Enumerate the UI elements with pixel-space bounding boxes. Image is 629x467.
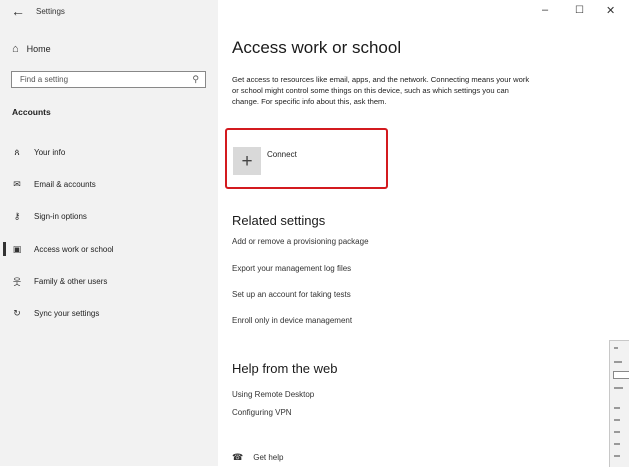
related-link-test-account[interactable]: Set up an account for taking tests	[232, 290, 351, 299]
mini-line	[614, 419, 620, 421]
back-arrow-icon[interactable]: ←	[11, 3, 25, 19]
nav-home[interactable]: ⌂ Home	[12, 42, 51, 56]
sidebar-item-family-other-users[interactable]: 웃 Family & other users	[0, 273, 218, 289]
connect-button[interactable]: +	[233, 147, 261, 175]
mini-line	[614, 431, 620, 433]
mini-line	[614, 387, 623, 389]
get-help-link[interactable]: ☎ Get help	[232, 452, 283, 463]
person-list-icon: ጰ	[14, 146, 20, 157]
help-link-remote-desktop[interactable]: Using Remote Desktop	[232, 390, 314, 399]
background-window-thumbnail	[609, 340, 629, 467]
sidebar: ⌂ Home Find a setting ⚲ Accounts ጰ Your …	[0, 0, 218, 466]
page-description: Get access to resources like email, apps…	[232, 75, 530, 106]
mini-line	[614, 443, 620, 445]
related-link-enroll-device[interactable]: Enroll only in device management	[232, 316, 352, 325]
selected-indicator	[3, 242, 6, 256]
search-placeholder: Find a setting	[20, 75, 69, 84]
get-help-label: Get help	[253, 453, 284, 462]
connect-label[interactable]: Connect	[267, 150, 297, 159]
sidebar-item-label: Sync your settings	[34, 308, 100, 318]
key-icon: ⚷	[13, 210, 21, 221]
home-icon: ⌂	[12, 43, 19, 55]
sidebar-item-sign-in-options[interactable]: ⚷ Sign-in options	[0, 208, 218, 224]
related-settings-heading: Related settings	[232, 213, 326, 228]
mini-search-box	[613, 371, 629, 379]
sidebar-item-label: Family & other users	[34, 276, 108, 286]
title-bar: ← Settings – ☐ ✕	[0, 0, 629, 26]
app-title: Settings	[36, 7, 65, 16]
chat-help-icon: ☎	[232, 452, 244, 462]
search-input[interactable]: Find a setting ⚲	[11, 71, 206, 88]
sidebar-item-sync-settings[interactable]: ↻ Sync your settings	[0, 305, 218, 321]
sidebar-item-label: Email & accounts	[34, 179, 96, 189]
plus-icon: +	[241, 150, 253, 172]
sync-icon: ↻	[13, 307, 21, 318]
help-heading: Help from the web	[232, 361, 338, 376]
maximize-button[interactable]: ☐	[575, 5, 584, 16]
sidebar-item-label: Your info	[34, 147, 66, 157]
sidebar-item-label: Sign-in options	[34, 211, 87, 221]
related-link-export-logs[interactable]: Export your management log files	[232, 264, 351, 273]
sidebar-item-email-accounts[interactable]: ✉ Email & accounts	[0, 176, 218, 192]
mini-line	[614, 407, 620, 409]
sidebar-item-access-work-school[interactable]: ▣ Access work or school	[0, 241, 218, 257]
mini-line	[614, 361, 622, 363]
sidebar-item-your-info[interactable]: ጰ Your info	[0, 144, 218, 160]
minimize-button[interactable]: –	[542, 4, 548, 16]
person-plus-icon: 웃	[12, 276, 22, 287]
briefcase-icon: ▣	[12, 243, 22, 254]
section-title: Accounts	[12, 107, 51, 117]
main-content: Access work or school Get access to reso…	[218, 0, 629, 466]
mini-line	[614, 455, 620, 457]
sidebar-item-label: Access work or school	[34, 244, 114, 254]
envelope-icon: ✉	[13, 178, 21, 189]
page-title: Access work or school	[232, 38, 402, 57]
search-icon: ⚲	[192, 74, 199, 84]
nav-home-label: Home	[26, 44, 51, 54]
help-link-vpn[interactable]: Configuring VPN	[232, 408, 292, 417]
related-link-provisioning[interactable]: Add or remove a provisioning package	[232, 237, 369, 246]
close-button[interactable]: ✕	[606, 4, 615, 17]
mini-line	[614, 347, 618, 349]
